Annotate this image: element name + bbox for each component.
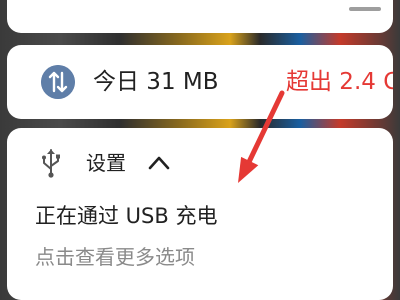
- settings-label[interactable]: 设置: [86, 148, 126, 178]
- data-usage-today: 今日 31 MB: [93, 69, 219, 95]
- data-usage-exceeded: 超出 2.4 G: [286, 69, 393, 95]
- usb-more-options-hint[interactable]: 点击查看更多选项: [35, 242, 195, 272]
- usb-charging-title: 正在通过 USB 充电: [35, 204, 218, 228]
- drag-handle[interactable]: [349, 7, 381, 11]
- usb-icon: [42, 149, 60, 178]
- usb-charging-notification[interactable]: 设置 正在通过 USB 充电 点击查看更多选项: [7, 128, 393, 300]
- up-down-arrows-icon: [41, 65, 75, 99]
- chevron-up-icon[interactable]: [147, 152, 171, 174]
- data-usage-notification[interactable]: 今日 31 MB 超出 2.4 G: [7, 45, 393, 119]
- notification-card-top[interactable]: [7, 0, 393, 33]
